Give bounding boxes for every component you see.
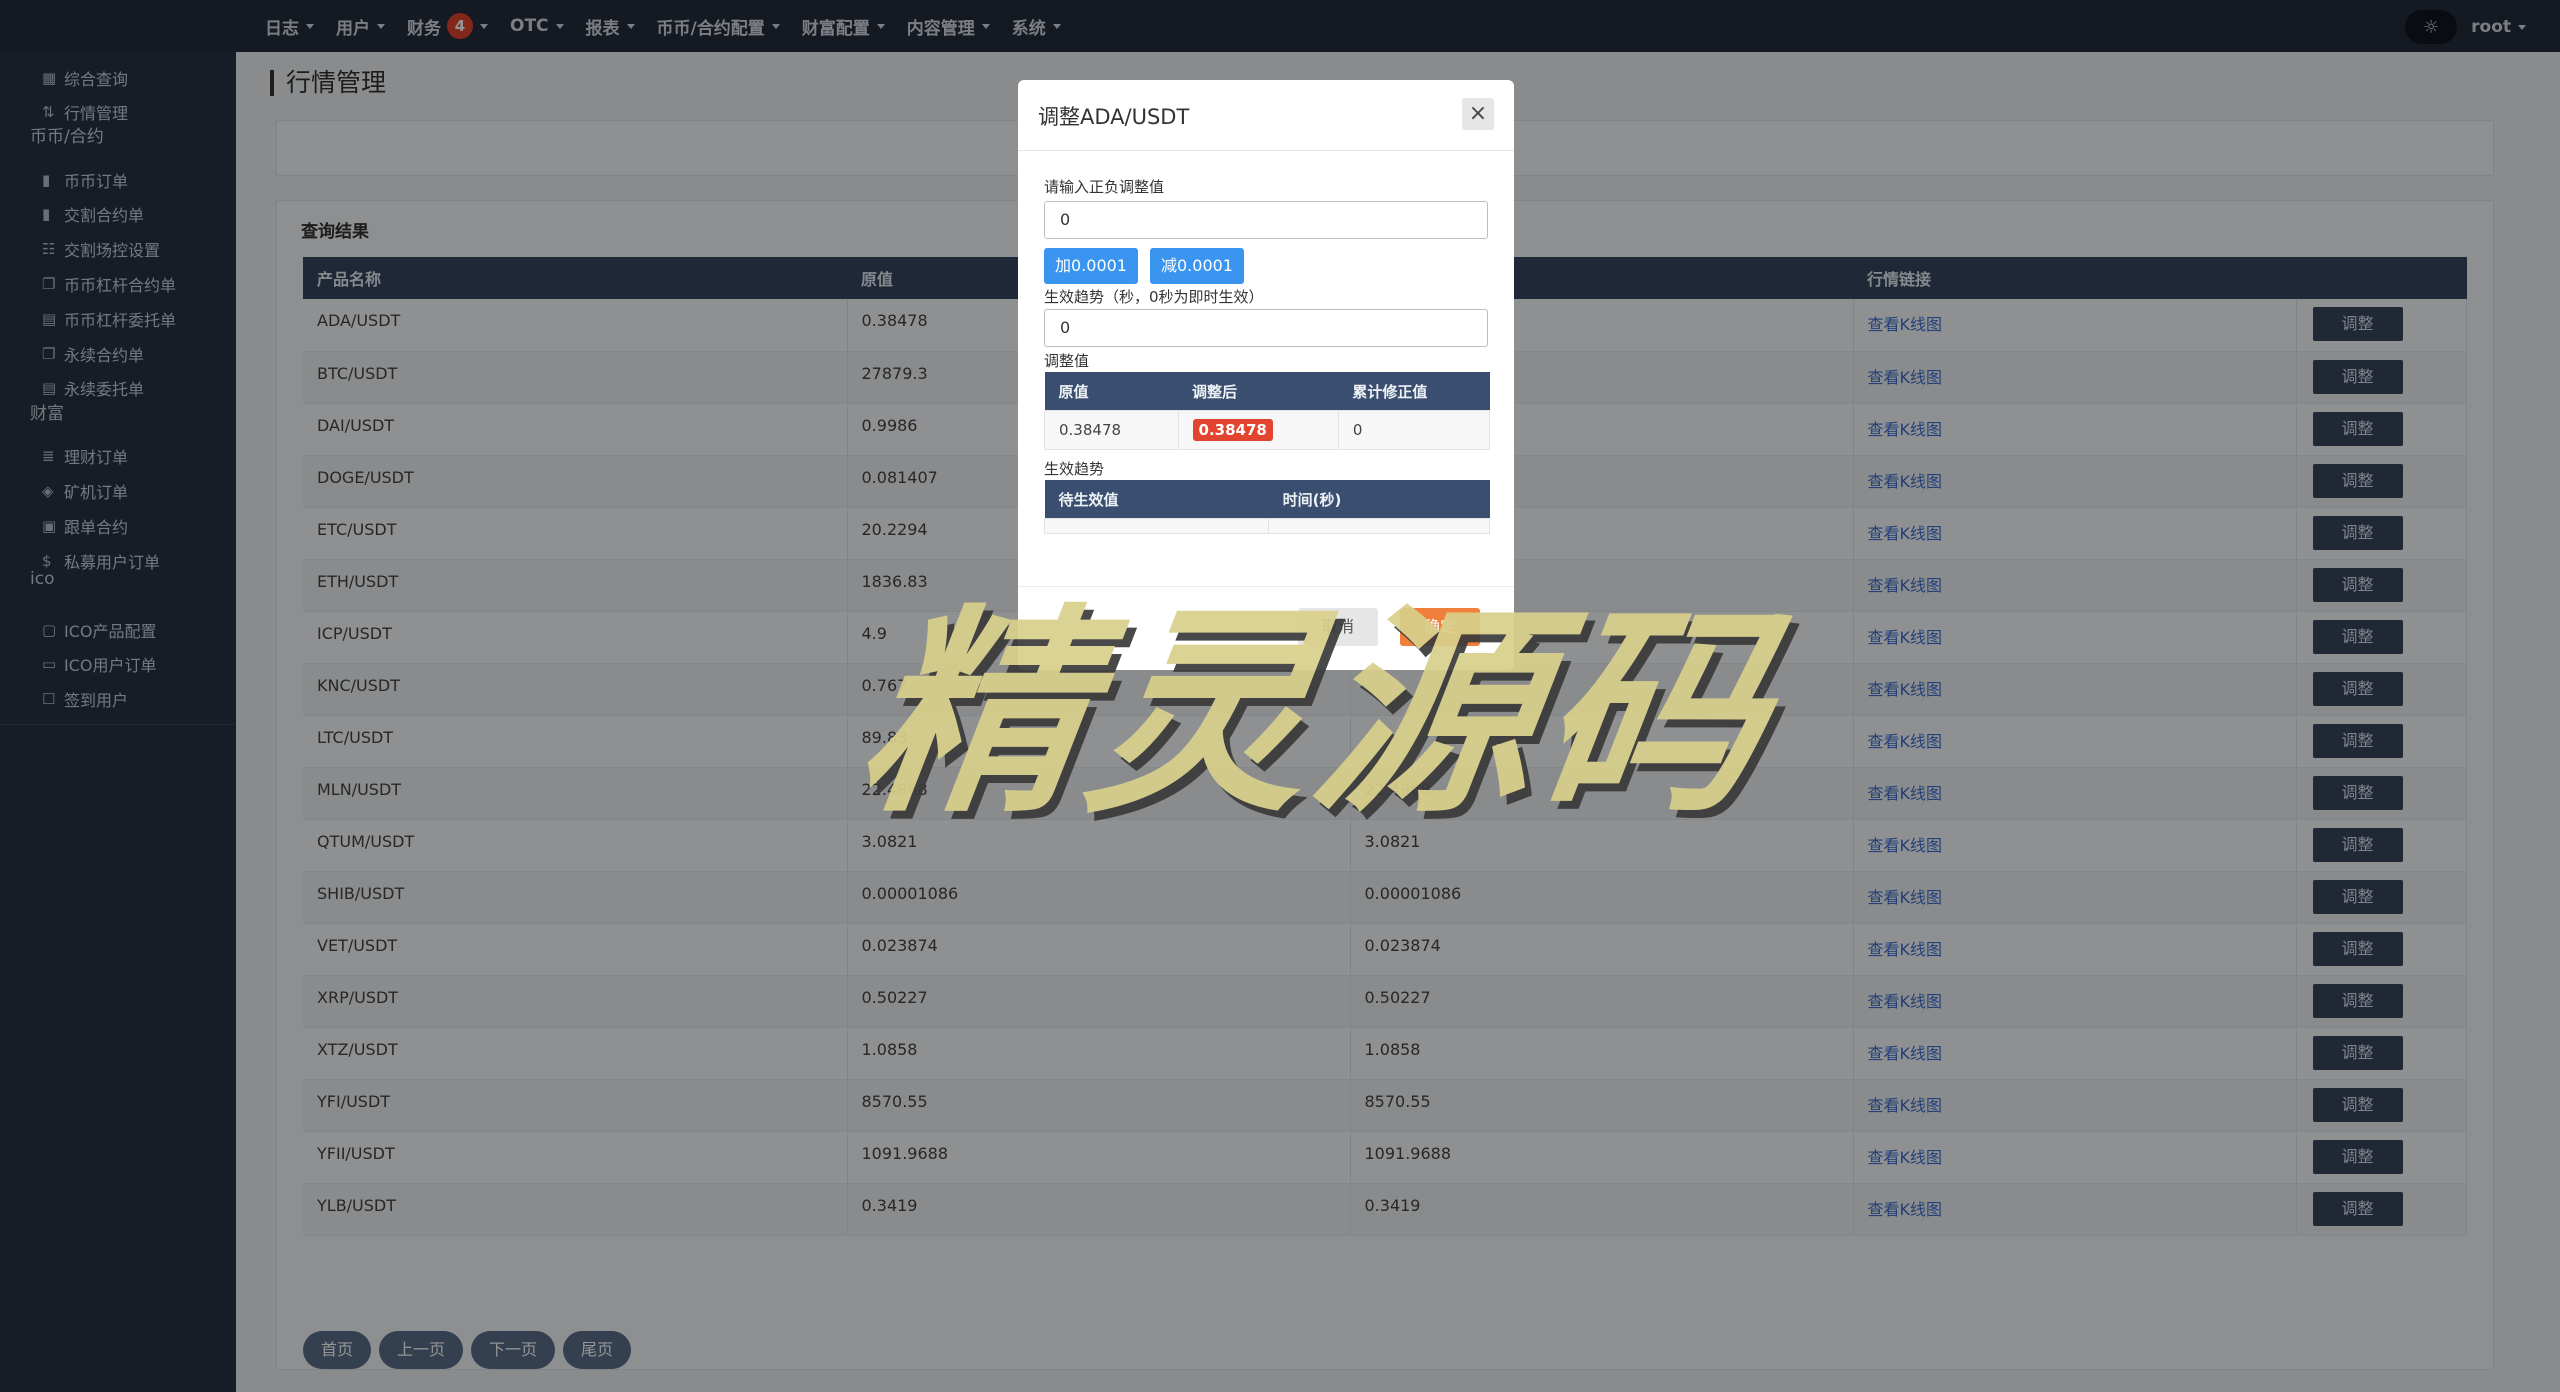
minus-button[interactable]: 减0.0001 xyxy=(1150,248,1244,284)
effect-table-label: 生效趋势 xyxy=(1044,460,1105,478)
effect-empty-cell xyxy=(1043,518,1270,534)
adjust-col-original: 原值 xyxy=(1044,372,1179,411)
effect-table: 待生效值 时间(秒) xyxy=(1043,480,1490,534)
close-icon[interactable]: × xyxy=(1462,98,1494,130)
adjust-value-table: 原值 调整后 累计修正值 0.38478 0.38478 0 xyxy=(1044,372,1491,450)
dialog-title: 调整ADA/USDT xyxy=(1038,105,1190,129)
effect-col-value: 待生效值 xyxy=(1044,480,1269,519)
adjust-table-label: 调整值 xyxy=(1044,352,1090,370)
adjust-total-value: 0 xyxy=(1337,410,1491,450)
dialog-header: 调整ADA/USDT × xyxy=(1018,80,1514,151)
effect-empty-cell xyxy=(1268,518,1490,534)
adjust-value-input[interactable]: 0 xyxy=(1044,201,1488,239)
adjust-original-value: 0.38478 xyxy=(1044,410,1179,450)
effect-col-time: 时间(秒) xyxy=(1268,480,1490,519)
adjust-after-cell: 0.38478 xyxy=(1177,410,1339,450)
plus-button[interactable]: 加0.0001 xyxy=(1044,248,1138,284)
adjusted-value-badge: 0.38478 xyxy=(1192,419,1273,441)
trend-label: 生效趋势（秒，0秒为即时生效） xyxy=(1044,288,1264,306)
adjust-value-label: 请输入正负调整值 xyxy=(1044,178,1165,196)
adjust-col-total: 累计修正值 xyxy=(1338,372,1490,411)
watermark-text: 精灵源码 xyxy=(847,586,1788,842)
trend-input[interactable]: 0 xyxy=(1044,309,1488,347)
adjust-col-after: 调整后 xyxy=(1178,372,1339,411)
